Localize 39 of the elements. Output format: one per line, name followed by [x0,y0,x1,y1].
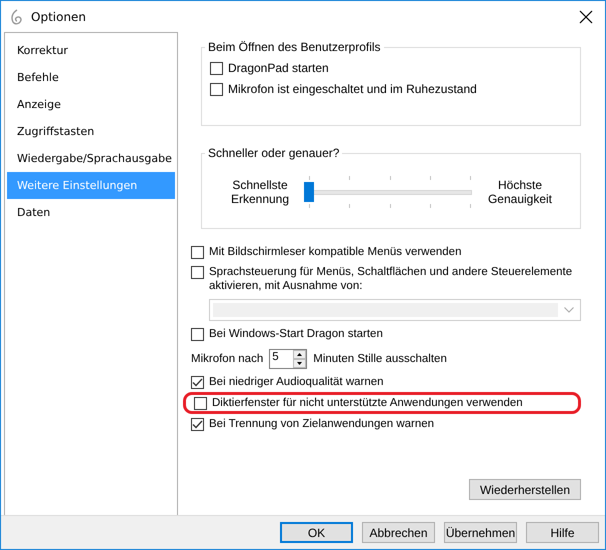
sidebar-item[interactable]: Zugriffstasten [7,118,175,145]
checkbox-label: Bei Windows-Start Dragon starten [209,327,383,341]
chevron-down-icon [564,307,574,313]
checkbox-label: Mit Bildschirmleser kompatible Menüs verwenden [209,245,462,259]
checkbox[interactable] [191,328,204,341]
sidebar-item[interactable]: Befehle [7,64,175,91]
close-icon[interactable] [579,10,593,24]
dialog-button[interactable]: Abbrechen [362,522,435,543]
checkbox[interactable] [191,376,204,389]
spinner-label: Mikrofon nach [191,353,264,365]
checkbox[interactable] [210,62,223,74]
sidebar-item[interactable]: Daten [7,199,175,226]
checkbox-label: Mikrofon ist eingeschaltet und im Ruhezustand [228,82,477,96]
checkbox[interactable] [210,82,223,96]
checkbox[interactable] [194,397,207,410]
slider-label: Höchste Genauigkeit [486,178,554,206]
checkbox-label: Sprachsteuerung für Menüs, Schaltflächen und andere Steuerelemente aktivieren, mit Ausnahme von: [209,265,574,293]
checkbox-label: Bei niedriger Audioqualität warnen [209,375,384,389]
checkbox[interactable] [191,266,204,279]
spinner-label: Minuten Stille ausschalten [313,353,447,365]
sidebar-item[interactable]: Anzeige [7,91,175,118]
slider-label: Schnellste Erkennung [230,178,290,206]
slider-thumb[interactable] [304,182,314,202]
checkbox[interactable] [191,246,204,259]
window-title: Optionen [31,10,88,24]
sidebar-item[interactable]: Wiedergabe/Sprachausgabe [7,145,175,172]
checkbox-label: Bei Trennung von Zielanwendungen warnen [209,417,434,431]
group-title: Beim Öffnen des Benutzerprofils [207,40,382,54]
spinner-field[interactable]: 5 [269,349,308,369]
dialog-button[interactable]: Übernehmen [444,522,517,543]
sidebar-item[interactable]: Korrektur [7,37,175,64]
checkbox[interactable] [191,418,204,431]
dialog-button[interactable]: OK [280,522,353,543]
flame-icon [9,8,23,24]
restore-button[interactable]: Wiederherstellen [468,479,581,500]
checkbox-label: DragonPad starten [228,61,329,75]
dialog-button[interactable]: Hilfe [526,522,599,543]
group-title: Schneller oder genauer? [207,146,340,160]
checkbox-label: Diktierfenster für nicht unterstützte Anwendungen verwenden [212,396,523,410]
